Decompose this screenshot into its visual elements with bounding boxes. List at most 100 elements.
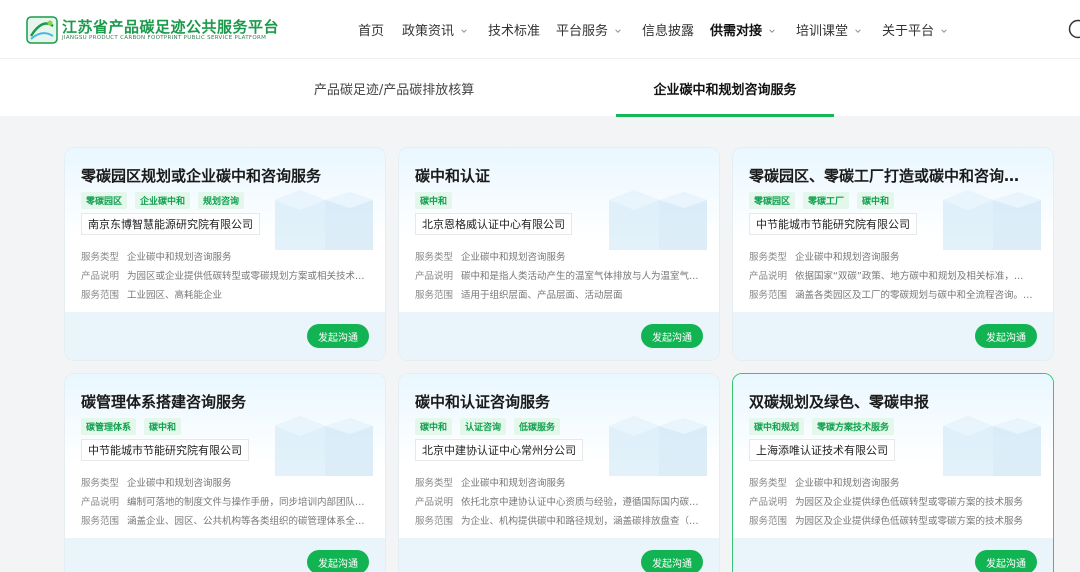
info-row-service-type: 服务类型 企业碳中和规划咨询服务 (81, 248, 373, 267)
company-name: 上海添唯认证技术有限公司 (749, 439, 895, 461)
info-row-service-type: 服务类型 企业碳中和规划咨询服务 (749, 474, 1041, 493)
service-tag: 零碳园区 (81, 192, 128, 209)
info-value: 为企业、机构提供碳中和路径规划，涵盖碳排放盘查（… (461, 516, 699, 527)
nav-item-0[interactable]: 首页 (348, 0, 392, 58)
nav-item-1[interactable]: 政策资讯 (392, 0, 478, 58)
card-body: 零碳园区、零碳工厂打造或碳中和咨询… 零碳园区 零碳工厂 碳中和 中节能城市节能研究… (733, 148, 1053, 312)
card-footer: 发起沟通 (399, 538, 719, 572)
nav-item-label: 技术标准 (488, 23, 541, 39)
service-tag: 零碳方案技术服务 (812, 418, 895, 435)
service-tag: 碳管理体系 (81, 418, 137, 435)
main-nav: 首页 政策资讯 技术标准 平台服务 信息披露 供需对接 培训课堂 关于平台 (348, 0, 958, 58)
initiate-contact-button[interactable]: 发起沟通 (641, 550, 703, 572)
card-title[interactable]: 双碳规划及绿色、零碳申报 (749, 391, 1041, 412)
card-title[interactable]: 零碳园区、零碳工厂打造或碳中和咨询… (749, 165, 1041, 186)
nav-item-label: 首页 (358, 23, 385, 39)
info-row-service-scope: 服务范围 适用于组织层面、产品层面、活动层面 (415, 286, 707, 305)
card-footer: 发起沟通 (733, 312, 1053, 360)
nav-item-label: 关于平台 (882, 23, 935, 39)
info-label: 服务类型 (81, 252, 120, 263)
card-title[interactable]: 零碳园区规划或企业碳中和咨询服务 (81, 165, 373, 186)
nav-item-label: 供需对接 (710, 23, 763, 39)
info-row-product-desc: 产品说明 碳中和是指人类活动产生的温室气体排放与人为温室气… (415, 267, 707, 286)
info-value: 工业园区、高耗能企业 (127, 290, 223, 301)
info-value: 适用于组织层面、产品层面、活动层面 (461, 290, 623, 301)
company-name: 北京中建协认证中心常州分公司 (415, 439, 583, 461)
chevron-down-icon (768, 24, 776, 34)
tab-product-carbon-footprint[interactable]: 产品碳足迹/产品碳排放核算 (314, 59, 474, 117)
info-label: 服务类型 (749, 252, 788, 263)
service-card-grid: 零碳园区规划或企业碳中和咨询服务 零碳园区 企业碳中和 规划咨询 南京东博智慧能源研… (0, 116, 1080, 572)
info-value: 碳中和是指人类活动产生的温室气体排放与人为温室气… (461, 271, 699, 282)
service-tag: 碳中和 (415, 192, 453, 209)
tag-list: 碳中和 认证咨询 低碳服务 (415, 418, 561, 435)
initiate-contact-button[interactable]: 发起沟通 (641, 324, 703, 348)
nav-item-2[interactable]: 技术标准 (478, 0, 546, 58)
info-value: 涵盖各类园区及工厂的零碳规划与碳中和全流程咨询。… (795, 290, 1033, 301)
info-label: 服务类型 (415, 252, 454, 263)
platform-subtitle: JIANGSU PRODUCT CARBON FOOTPRINT PUBLIC … (62, 35, 267, 41)
service-tag: 企业碳中和 (135, 192, 191, 209)
tab-enterprise-carbon-neutral[interactable]: 企业碳中和规划咨询服务 (616, 59, 834, 117)
info-row-service-scope: 服务范围 涵盖企业、园区、公共机构等各类组织的碳管理体系全… (81, 512, 373, 531)
nav-item-6[interactable]: 培训课堂 (786, 0, 872, 58)
card-body: 零碳园区规划或企业碳中和咨询服务 零碳园区 企业碳中和 规划咨询 南京东博智慧能源研… (65, 148, 385, 312)
service-tag: 碳中和 (857, 192, 895, 209)
info-value: 依托北京中建协认证中心资质与经验，遵循国际国内碳… (461, 497, 699, 508)
service-card[interactable]: 碳中和认证咨询服务 碳中和 认证咨询 低碳服务 北京中建协认证中心常州分公司 服务类… (398, 373, 720, 572)
service-tag: 零碳工厂 (803, 192, 850, 209)
info-value: 编制可落地的制度文件与操作手册，同步培训内部团队… (127, 497, 365, 508)
card-title[interactable]: 碳中和认证咨询服务 (415, 391, 707, 412)
info-value: 企业碳中和规划咨询服务 (461, 252, 566, 263)
nav-item-7[interactable]: 关于平台 (872, 0, 958, 58)
card-title[interactable]: 碳中和认证 (415, 165, 707, 186)
card-title[interactable]: 碳管理体系搭建咨询服务 (81, 391, 373, 412)
service-card[interactable]: 双碳规划及绿色、零碳申报 碳中和规划 零碳方案技术服务 上海添唯认证技术有限公司 … (732, 373, 1054, 572)
info-row-product-desc: 产品说明 编制可落地的制度文件与操作手册，同步培训内部团队… (81, 493, 373, 512)
card-body: 碳中和认证咨询服务 碳中和 认证咨询 低碳服务 北京中建协认证中心常州分公司 服务类… (399, 374, 719, 538)
info-row-product-desc: 产品说明 依据国家“双碳”政策、地方碳中和规划及相关标准，… (749, 267, 1041, 286)
card-info: 服务类型 企业碳中和规划咨询服务 产品说明 为园区或企业提供低碳转型或零碳规划方… (81, 248, 373, 305)
service-card[interactable]: 碳中和认证 碳中和 北京恩格威认证中心有限公司 服务类型 企业碳中和规划咨询服务… (398, 147, 720, 361)
info-label: 产品说明 (81, 497, 120, 508)
platform-title[interactable]: 江苏省产品碳足迹公共服务平台 (62, 16, 279, 37)
card-footer: 发起沟通 (733, 538, 1053, 572)
info-value: 涵盖企业、园区、公共机构等各类组织的碳管理体系全… (127, 516, 365, 527)
info-label: 产品说明 (749, 497, 788, 508)
info-value: 企业碳中和规划咨询服务 (795, 252, 900, 263)
info-value: 依据国家“双碳”政策、地方碳中和规划及相关标准，… (795, 271, 1024, 282)
initiate-contact-button[interactable]: 发起沟通 (975, 550, 1037, 572)
nav-item-label: 培训课堂 (796, 23, 849, 39)
initiate-contact-button[interactable]: 发起沟通 (975, 324, 1037, 348)
service-tag: 碳中和规划 (749, 418, 805, 435)
info-row-product-desc: 产品说明 为园区及企业提供绿色低碳转型或零碳方案的技术服务 (749, 493, 1041, 512)
initiate-contact-button[interactable]: 发起沟通 (307, 550, 369, 572)
nav-item-3[interactable]: 平台服务 (546, 0, 632, 58)
platform-logo-icon[interactable] (26, 14, 58, 46)
info-label: 产品说明 (415, 271, 454, 282)
user-icon[interactable] (1068, 19, 1080, 39)
category-tabs: 产品碳足迹/产品碳排放核算 企业碳中和规划咨询服务 (0, 58, 1080, 117)
card-info: 服务类型 企业碳中和规划咨询服务 产品说明 为园区及企业提供绿色低碳转型或零碳方… (749, 474, 1041, 531)
company-name: 北京恩格威认证中心有限公司 (415, 213, 572, 235)
tag-list: 碳管理体系 碳中和 (81, 418, 182, 435)
nav-item-5[interactable]: 供需对接 (700, 0, 786, 58)
nav-item-label: 信息披露 (642, 23, 695, 39)
service-card[interactable]: 零碳园区规划或企业碳中和咨询服务 零碳园区 企业碳中和 规划咨询 南京东博智慧能源研… (64, 147, 386, 361)
info-row-service-scope: 服务范围 涵盖各类园区及工厂的零碳规划与碳中和全流程咨询。… (749, 286, 1041, 305)
service-card[interactable]: 零碳园区、零碳工厂打造或碳中和咨询… 零碳园区 零碳工厂 碳中和 中节能城市节能研究… (732, 147, 1054, 361)
info-value: 企业碳中和规划咨询服务 (127, 478, 232, 489)
chevron-down-icon (940, 24, 948, 34)
info-label: 服务范围 (415, 516, 454, 527)
service-tag: 低碳服务 (514, 418, 561, 435)
service-tag: 规划咨询 (198, 192, 245, 209)
initiate-contact-button[interactable]: 发起沟通 (307, 324, 369, 348)
tag-list: 碳中和规划 零碳方案技术服务 (749, 418, 895, 435)
service-card[interactable]: 碳管理体系搭建咨询服务 碳管理体系 碳中和 中节能城市节能研究院有限公司 服务类型… (64, 373, 386, 572)
card-body: 碳中和认证 碳中和 北京恩格威认证中心有限公司 服务类型 企业碳中和规划咨询服务… (399, 148, 719, 312)
card-info: 服务类型 企业碳中和规划咨询服务 产品说明 依据国家“双碳”政策、地方碳中和规划… (749, 248, 1041, 305)
info-row-service-scope: 服务范围 为园区及企业提供绿色低碳转型或零碳方案的技术服务 (749, 512, 1041, 531)
info-value: 企业碳中和规划咨询服务 (127, 252, 232, 263)
nav-item-4[interactable]: 信息披露 (632, 0, 700, 58)
info-row-product-desc: 产品说明 为园区或企业提供低碳转型或零碳规划方案或相关技术… (81, 267, 373, 286)
